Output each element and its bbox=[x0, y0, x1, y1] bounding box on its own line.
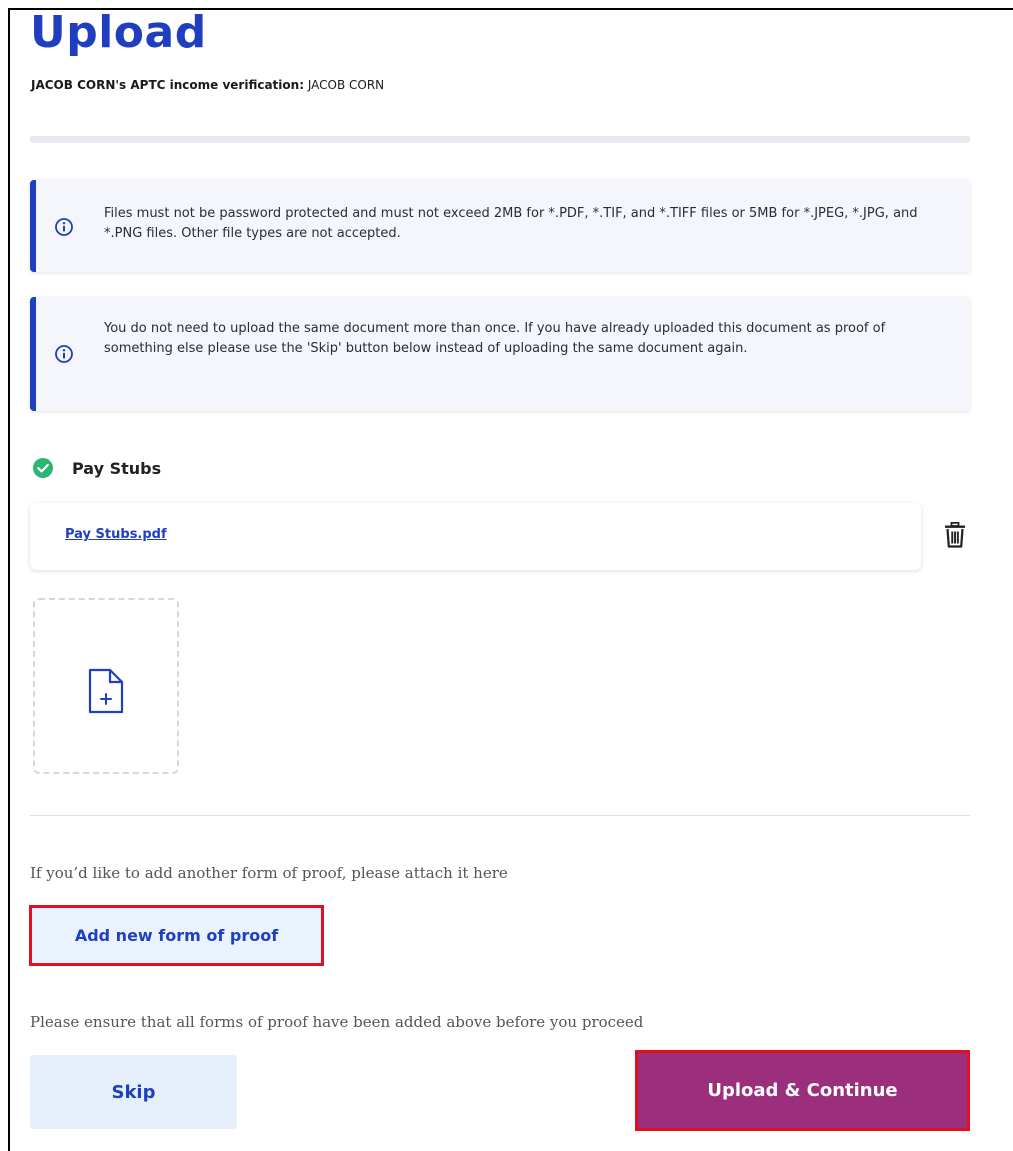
page-title: Upload bbox=[30, 7, 207, 58]
info-icon bbox=[55, 218, 73, 236]
add-proof-prompt: If you’d like to add another form of pro… bbox=[30, 864, 508, 882]
uploaded-file-row: Pay Stubs.pdf bbox=[30, 503, 921, 570]
section-divider bbox=[30, 815, 970, 816]
file-drop-zone[interactable] bbox=[33, 598, 179, 774]
progress-bar bbox=[30, 136, 970, 143]
subtitle-label: JACOB CORN's APTC income verification: bbox=[31, 78, 304, 92]
skip-button[interactable]: Skip bbox=[30, 1055, 237, 1129]
file-requirements-alert: Files must not be password protected and… bbox=[30, 180, 970, 272]
alert-text: You do not need to upload the same docum… bbox=[104, 321, 886, 356]
page-subtitle: JACOB CORN's APTC income verification: J… bbox=[31, 78, 384, 92]
subtitle-value: JACOB CORN bbox=[304, 78, 385, 92]
alert-text: Files must not be password protected and… bbox=[104, 206, 918, 241]
trash-icon[interactable] bbox=[943, 522, 967, 548]
add-file-icon bbox=[88, 668, 124, 714]
upload-continue-button[interactable]: Upload & Continue bbox=[635, 1050, 970, 1131]
info-icon bbox=[55, 345, 73, 363]
add-new-proof-button[interactable]: Add new form of proof bbox=[29, 905, 324, 966]
duplicate-upload-alert: You do not need to upload the same docum… bbox=[30, 297, 970, 411]
document-type-label: Pay Stubs bbox=[72, 458, 162, 478]
uploaded-file-link[interactable]: Pay Stubs.pdf bbox=[65, 527, 167, 542]
proceed-prompt: Please ensure that all forms of proof ha… bbox=[30, 1013, 644, 1031]
document-section-header: Pay Stubs bbox=[32, 456, 161, 480]
check-circle-icon bbox=[33, 458, 53, 478]
